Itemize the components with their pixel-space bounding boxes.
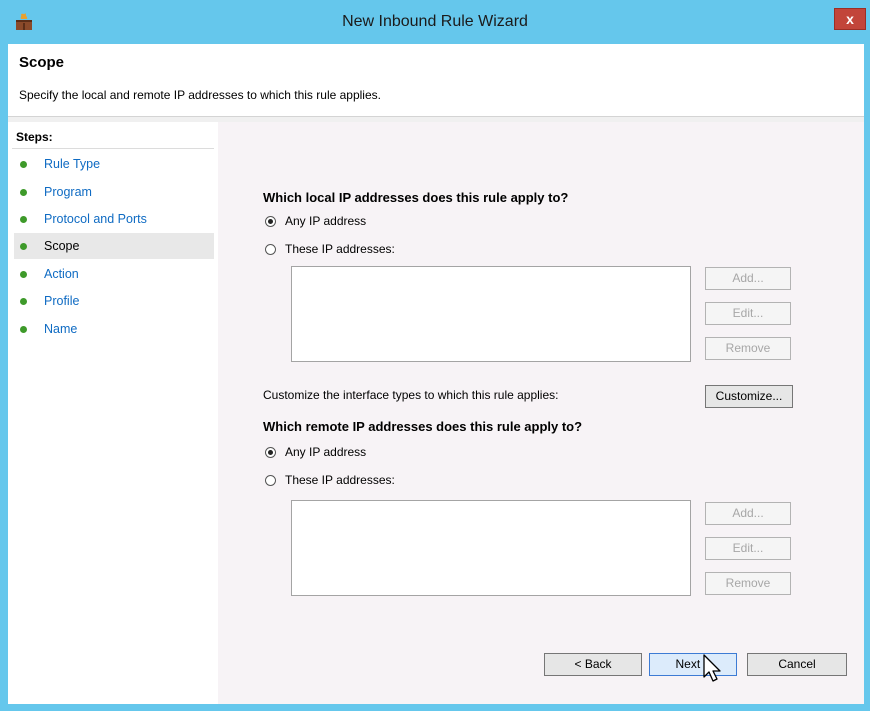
- back-button[interactable]: < Back: [544, 653, 642, 676]
- page-description: Specify the local and remote IP addresse…: [19, 88, 381, 102]
- radio-selected-icon[interactable]: [265, 446, 276, 458]
- page-title: Scope: [19, 54, 65, 71]
- step-rule-type[interactable]: Rule Type: [14, 151, 214, 177]
- steps-divider: [12, 148, 214, 149]
- remote-ip-question: Which remote IP addresses does this rule…: [263, 419, 583, 434]
- local-ip-list[interactable]: [291, 266, 691, 362]
- step-program[interactable]: Program: [14, 179, 214, 205]
- radio-unselected-icon[interactable]: [265, 243, 276, 255]
- wizard-client: Scope Specify the local and remote IP ad…: [8, 44, 864, 704]
- local-any-ip-radio[interactable]: Any IP address: [265, 212, 366, 230]
- radio-selected-icon[interactable]: [265, 215, 276, 227]
- close-button[interactable]: x: [834, 8, 866, 30]
- step-label: Protocol and Ports: [44, 212, 147, 226]
- local-these-ip-radio[interactable]: These IP addresses:: [265, 240, 395, 258]
- content-panel: Which local IP addresses does this rule …: [218, 122, 864, 704]
- step-status-dot-icon: [20, 298, 27, 305]
- step-protocol-and-ports[interactable]: Protocol and Ports: [14, 206, 214, 232]
- remote-ip-list[interactable]: [291, 500, 691, 596]
- remote-any-ip-label: Any IP address: [285, 445, 367, 459]
- wizard-window: New Inbound Rule Wizard x Scope Specify …: [0, 0, 870, 711]
- local-these-ip-label: These IP addresses:: [285, 242, 395, 256]
- customize-button[interactable]: Customize...: [705, 385, 793, 408]
- local-edit-button[interactable]: Edit...: [705, 302, 791, 325]
- page-header: Scope Specify the local and remote IP ad…: [8, 44, 864, 117]
- remote-edit-button[interactable]: Edit...: [705, 537, 791, 560]
- step-label: Scope: [44, 239, 80, 253]
- local-ip-question: Which local IP addresses does this rule …: [263, 190, 569, 205]
- title-bar[interactable]: New Inbound Rule Wizard x: [0, 0, 870, 44]
- steps-panel: Steps: Rule Type Program Protocol and Po…: [8, 122, 218, 704]
- step-status-dot-icon: [20, 189, 27, 196]
- remote-remove-button[interactable]: Remove: [705, 572, 791, 595]
- local-remove-button[interactable]: Remove: [705, 337, 791, 360]
- step-status-dot-icon: [20, 326, 27, 333]
- step-scope[interactable]: Scope: [14, 233, 214, 259]
- step-label: Profile: [44, 294, 80, 308]
- step-label: Program: [44, 185, 92, 199]
- step-action[interactable]: Action: [14, 261, 214, 287]
- local-any-ip-label: Any IP address: [285, 214, 367, 228]
- remote-add-button[interactable]: Add...: [705, 502, 791, 525]
- step-profile[interactable]: Profile: [14, 288, 214, 314]
- step-status-dot-icon: [20, 271, 27, 278]
- step-name[interactable]: Name: [14, 316, 214, 342]
- customize-description: Customize the interface types to which t…: [263, 388, 559, 402]
- local-add-button[interactable]: Add...: [705, 267, 791, 290]
- radio-unselected-icon[interactable]: [265, 474, 276, 486]
- remote-any-ip-radio[interactable]: Any IP address: [265, 443, 366, 461]
- remote-these-ip-label: These IP addresses:: [285, 473, 395, 487]
- step-label: Name: [44, 322, 78, 336]
- step-label: Action: [44, 267, 79, 281]
- step-status-dot-icon: [20, 243, 27, 250]
- next-button[interactable]: Next >: [649, 653, 737, 676]
- step-status-dot-icon: [20, 216, 27, 223]
- cancel-button[interactable]: Cancel: [747, 653, 847, 676]
- remote-these-ip-radio[interactable]: These IP addresses:: [265, 471, 395, 489]
- window-title: New Inbound Rule Wizard: [342, 13, 528, 30]
- steps-title: Steps:: [16, 130, 53, 144]
- step-label: Rule Type: [44, 157, 101, 171]
- step-status-dot-icon: [20, 161, 27, 168]
